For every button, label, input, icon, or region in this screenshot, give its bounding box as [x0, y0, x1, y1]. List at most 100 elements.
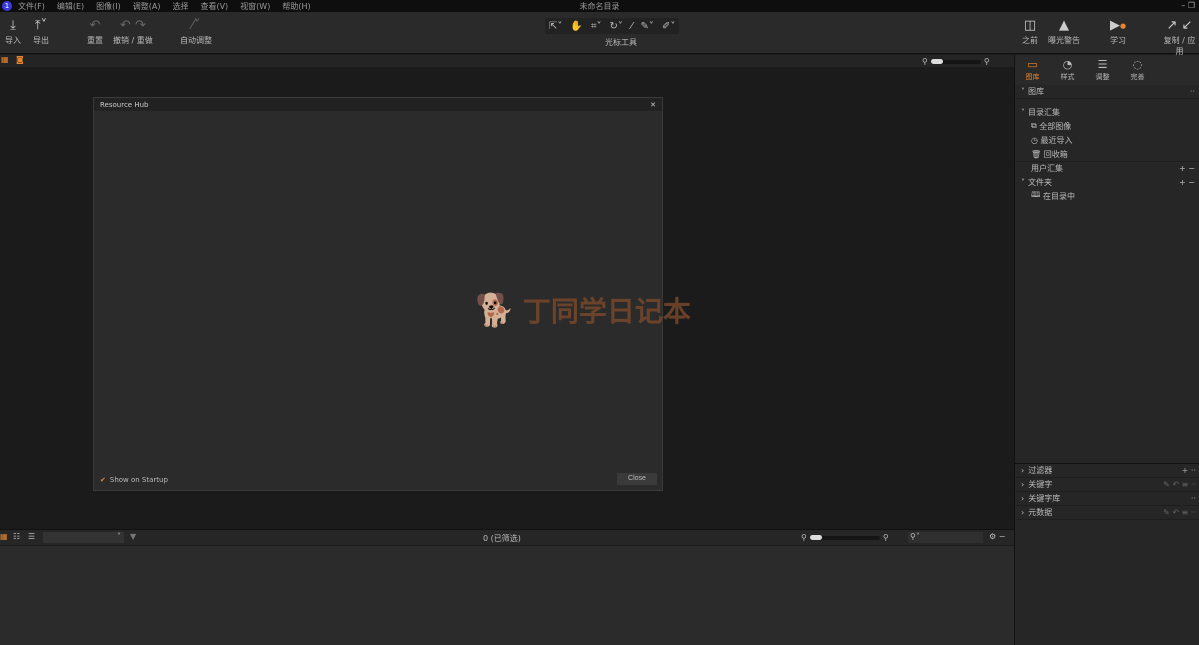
copy-apply-icon: ↗ ↙	[1166, 18, 1193, 33]
more-icon[interactable]: ··	[1191, 494, 1196, 503]
tab-styles[interactable]: ◔ 样式	[1050, 55, 1085, 85]
dialog-title: Resource Hub	[100, 100, 149, 109]
collection-label: 全部图像	[1039, 121, 1072, 131]
learn-button[interactable]: ▶● 学习	[1110, 17, 1126, 46]
search-input[interactable]: ⚲˅	[908, 532, 983, 543]
sort-select[interactable]: ˅	[43, 532, 124, 543]
image-count: 0 (已筛选)	[483, 534, 521, 543]
video-icon: ▶●	[1110, 18, 1127, 33]
tab-label: 调整	[1095, 73, 1110, 81]
section-actions-icon[interactable]: ✎ ↶ ≡ ··	[1163, 508, 1196, 517]
zoom-in-icon[interactable]: ⚲	[883, 533, 889, 542]
copy-apply-button[interactable]: ↗ ↙ 复制 / 应用	[1160, 17, 1199, 57]
tab-adjust[interactable]: ☰ 调整	[1085, 55, 1120, 85]
checkmark-icon: ✔	[100, 476, 106, 484]
sliders-icon: ☰	[1097, 58, 1108, 71]
keywords-section[interactable]: › 关键字 ✎ ↶ ≡ ··	[1015, 478, 1199, 492]
show-on-startup-label: Show on Startup	[109, 476, 168, 484]
in-catalog-item[interactable]: 🕮 在目录中	[1015, 189, 1199, 203]
crop-icon[interactable]: ⌗˅	[591, 21, 602, 32]
zoom-out-icon[interactable]: ⚲	[922, 57, 928, 66]
collection-all-images[interactable]: ⧉ 全部图像	[1015, 119, 1199, 133]
add-icon[interactable]: + ··	[1182, 466, 1196, 475]
cursor-tools-label: 光标工具	[605, 38, 637, 47]
export-button[interactable]: ⤒˅ 导出	[33, 17, 49, 46]
cursor-tools-group: ⇱˅ ✋ ⌗˅ ↻˅ ⁄ ✎˅ ✐˅	[545, 18, 680, 34]
shiba-dog-icon: 🐕	[475, 291, 515, 329]
filters-section[interactable]: › 过滤器 + ··	[1015, 464, 1199, 478]
section-actions-icon[interactable]: ✎ ↶ ≡ ··	[1163, 480, 1196, 489]
section-label: 元数据	[1028, 508, 1053, 517]
auto-adjust-button[interactable]: ⁄˅ 自动调整	[180, 17, 212, 46]
tab-library[interactable]: ▭ 图库	[1015, 55, 1050, 85]
close-button[interactable]: Close	[617, 473, 657, 485]
right-panel: ▭ 图库 ◔ 样式 ☰ 调整 ◌ 完善 ˅ 图库 ·· ˅ 目录汇集 ⧉ 全部图像 ◷ 最…	[1014, 55, 1199, 645]
folders-header[interactable]: ˅ 文件夹 + −	[1015, 175, 1199, 189]
details-icon[interactable]: ☰	[28, 532, 35, 541]
watermark-text: 丁同学日记本	[522, 295, 691, 328]
eraser-icon[interactable]: ✐˅	[662, 21, 675, 32]
auto-adjust-label: 自动调整	[180, 36, 212, 45]
thumbnail-size-slider[interactable]: ⚲ ⚲	[801, 533, 889, 542]
picker-icon[interactable]: ⁄	[631, 21, 633, 32]
search-icon: ⚲˅	[910, 532, 920, 541]
zoom-out-icon[interactable]: ⚲	[801, 533, 807, 542]
browser-toolbar: ▦ ☷ ☰ ˅ ▼ 0 (已筛选) ⚲ ⚲ ⚲˅ ⚙ −	[0, 529, 1014, 545]
grid-view-icon[interactable]: ▦	[1, 55, 9, 64]
filter-icon[interactable]: ▼	[130, 532, 136, 541]
add-icon[interactable]: + −	[1179, 164, 1195, 173]
before-after-icon: ◫	[1023, 18, 1037, 33]
before-button[interactable]: ◫ 之前	[1022, 17, 1038, 46]
select-cursor-icon[interactable]: ⇱˅	[549, 21, 562, 32]
list-icon[interactable]: ☷	[13, 532, 20, 541]
exposure-warning-label: 曝光警告	[1048, 36, 1080, 45]
close-icon[interactable]: ✕	[650, 101, 656, 109]
collection-recent-imports[interactable]: ◷ 最近导入	[1015, 133, 1199, 147]
section-label: 过滤器	[1028, 466, 1053, 475]
undo-redo-label: 撤销 / 重做	[113, 36, 153, 45]
metadata-section[interactable]: › 元数据 ✎ ↶ ≡ ··	[1015, 506, 1199, 520]
catalog-collections-header[interactable]: ˅ 目录汇集	[1015, 105, 1199, 119]
before-label: 之前	[1022, 36, 1038, 45]
tab-label: 完善	[1130, 73, 1145, 81]
library-section-header[interactable]: ˅ 图库 ··	[1015, 85, 1199, 99]
wand-icon: ⁄˅	[191, 18, 201, 33]
learn-label: 学习	[1110, 36, 1127, 45]
library-title: 图库	[1028, 87, 1044, 96]
viewer-zoom-slider[interactable]: ⚲ ⚲	[922, 57, 990, 66]
keyword-library-section[interactable]: › 关键字库 ··	[1015, 492, 1199, 506]
collection-trash[interactable]: 🗑 回收箱	[1015, 147, 1199, 161]
user-collections-header[interactable]: 用户汇集 + −	[1015, 161, 1199, 175]
viewer-toolbar: ▦ ◙ ⚲ ⚲	[0, 55, 1014, 67]
brush-icon[interactable]: ✎˅	[641, 21, 654, 32]
add-icon[interactable]: + −	[1179, 178, 1195, 187]
folder-icon: ▭	[1027, 58, 1038, 71]
more-icon[interactable]: ··	[1190, 87, 1195, 96]
settings-icon[interactable]: ⚙ −	[989, 532, 1005, 541]
trash-icon: 🗑	[1031, 149, 1042, 159]
hand-icon[interactable]: ✋	[570, 21, 582, 32]
export-label: 导出	[33, 36, 49, 45]
window-controls[interactable]: – ❐	[1181, 1, 1195, 10]
download-icon: ⤓	[10, 18, 16, 33]
viewer-icon[interactable]: ◙	[16, 55, 24, 64]
styles-icon: ◔	[1062, 58, 1073, 71]
collection-label: 回收箱	[1043, 149, 1068, 159]
rotate-icon[interactable]: ↻˅	[609, 21, 622, 32]
undo-redo-button[interactable]: ↶ ↷ 撤销 / 重做	[113, 17, 153, 46]
tab-refine[interactable]: ◌ 完善	[1120, 55, 1155, 85]
upload-icon: ⤒˅	[34, 18, 48, 33]
reset-button[interactable]: ↶ 重置	[87, 17, 103, 46]
show-on-startup-checkbox[interactable]: ✔ Show on Startup	[100, 476, 168, 484]
clock-icon: ◷	[1031, 135, 1038, 145]
import-label: 导入	[5, 36, 21, 45]
copy-apply-label: 复制 / 应用	[1163, 36, 1196, 56]
grid-icon[interactable]: ▦	[0, 532, 8, 541]
zoom-in-icon[interactable]: ⚲	[984, 57, 990, 66]
collection-label: 最近导入	[1040, 135, 1073, 145]
exposure-warning-button[interactable]: ▲ 曝光警告	[1048, 17, 1080, 46]
catalog-collections-label: 目录汇集	[1028, 107, 1060, 117]
section-label: 关键字	[1028, 480, 1053, 489]
reset-icon: ↶	[89, 18, 101, 33]
import-button[interactable]: ⤓ 导入	[5, 17, 21, 46]
